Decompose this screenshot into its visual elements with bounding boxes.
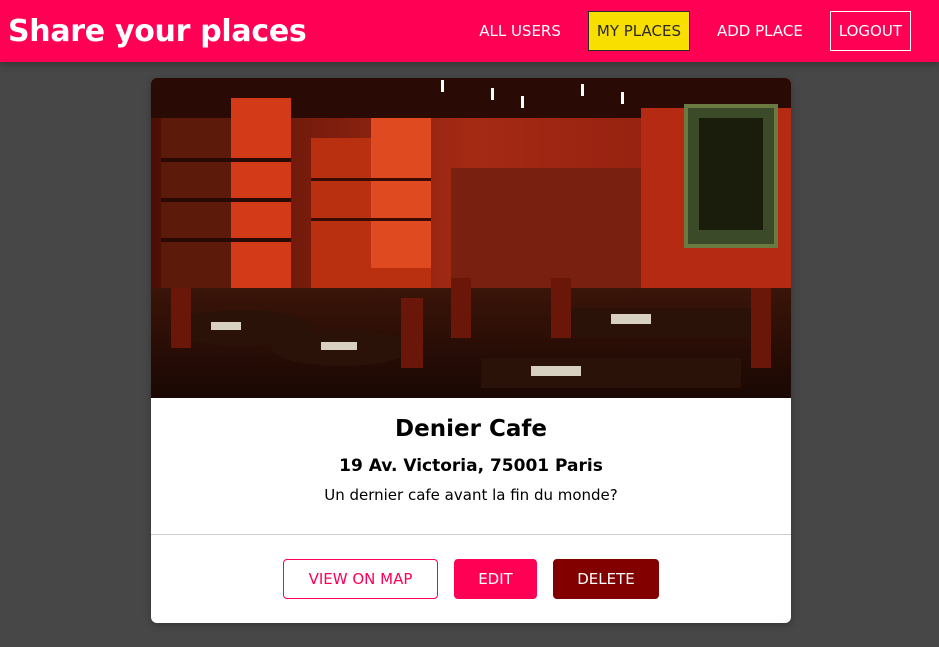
place-card: Denier Cafe 19 Av. Victoria, 75001 Paris… bbox=[151, 78, 791, 623]
view-on-map-button[interactable]: VIEW ON MAP bbox=[283, 559, 438, 599]
brand-title[interactable]: Share your places bbox=[8, 14, 307, 49]
nav-my-places[interactable]: MY PLACES bbox=[587, 11, 690, 51]
delete-button[interactable]: DELETE bbox=[553, 559, 659, 599]
edit-button[interactable]: EDIT bbox=[454, 559, 537, 599]
nav-all-users[interactable]: ALL USERS bbox=[470, 11, 570, 51]
place-description: Un dernier cafe avant la fin du monde? bbox=[324, 486, 618, 504]
place-address: 19 Av. Victoria, 75001 Paris bbox=[339, 456, 603, 476]
place-title: Denier Cafe bbox=[395, 416, 547, 442]
logout-button[interactable]: LOGOUT bbox=[829, 11, 911, 51]
place-actions: VIEW ON MAP EDIT DELETE bbox=[151, 535, 791, 599]
main-header: Share your places ALL USERS MY PLACES AD… bbox=[0, 0, 939, 62]
nav-add-place[interactable]: ADD PLACE bbox=[708, 11, 812, 51]
nav-links: ALL USERS MY PLACES ADD PLACE LOGOUT bbox=[452, 11, 911, 51]
place-photo bbox=[151, 78, 791, 398]
place-info: Denier Cafe 19 Av. Victoria, 75001 Paris… bbox=[151, 398, 791, 535]
